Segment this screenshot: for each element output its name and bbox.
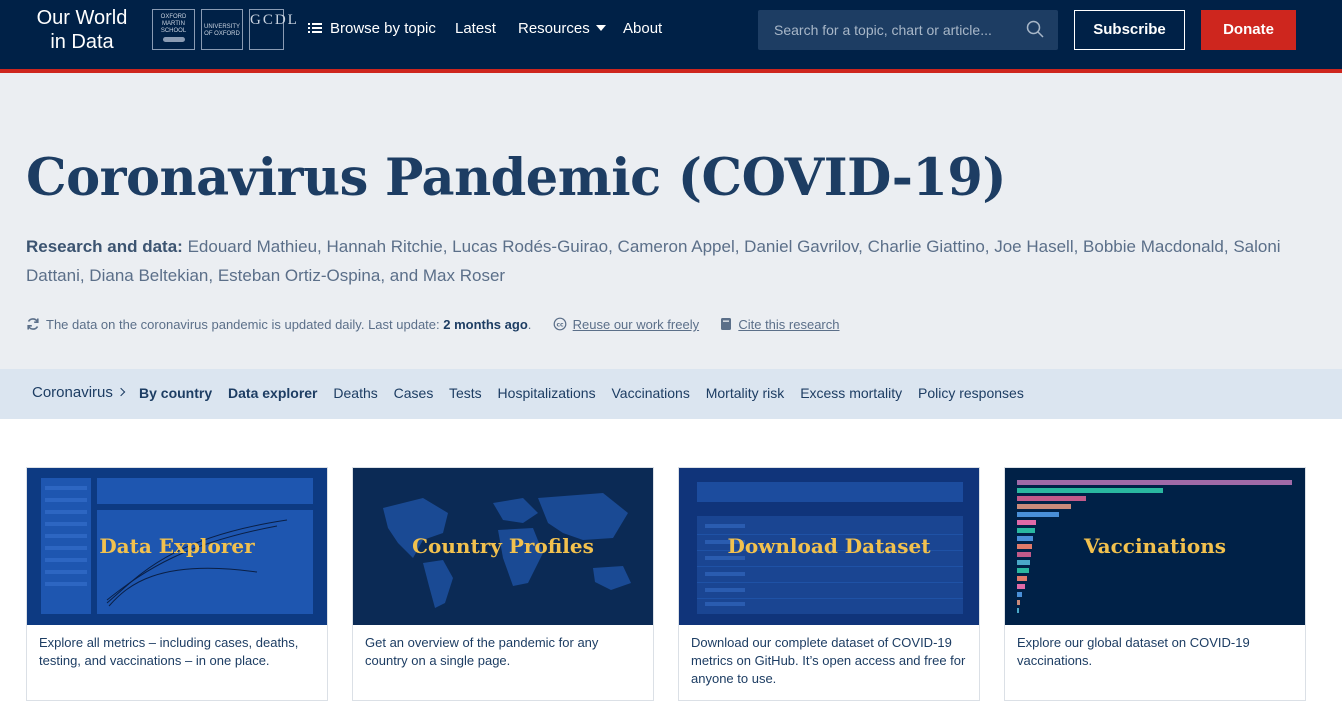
- donate-button[interactable]: Donate: [1201, 10, 1296, 50]
- subscribe-button[interactable]: Subscribe: [1074, 10, 1185, 50]
- authors-line: Research and data: Edouard Mathieu, Hann…: [26, 232, 1306, 290]
- gcdl-logo[interactable]: GCDL: [249, 9, 297, 50]
- logo-line-1: Our World: [36, 7, 128, 29]
- card-thumbnail: Data Explorer: [27, 468, 327, 625]
- creative-commons-icon: cc: [553, 317, 567, 331]
- subnav-link-cases[interactable]: Cases: [394, 385, 434, 401]
- book-icon: [721, 318, 732, 330]
- authors-names: Edouard Mathieu, Hannah Ritchie, Lucas R…: [26, 237, 1281, 285]
- latest-link[interactable]: Latest: [455, 19, 496, 39]
- card-data-explorer[interactable]: Data Explorer Explore all metrics – incl…: [26, 467, 328, 701]
- card-description: Explore all metrics – including cases, d…: [39, 635, 299, 668]
- subnav-link-policy-responses[interactable]: Policy responses: [918, 385, 1024, 401]
- card-title: Vaccinations: [1083, 534, 1227, 558]
- about-link[interactable]: About: [623, 19, 662, 39]
- card-vaccinations[interactable]: Vaccinations Explore our global dataset …: [1004, 467, 1306, 701]
- update-text: The data on the coronavirus pandemic is …: [46, 317, 440, 332]
- update-period: .: [527, 317, 532, 332]
- subnav-link-hospitalizations[interactable]: Hospitalizations: [498, 385, 596, 401]
- reuse-link[interactable]: Reuse our work freely: [573, 317, 699, 332]
- resources-dropdown[interactable]: Resources: [518, 19, 606, 39]
- top-navigation: Our World in Data OXFORD MARTIN SCHOOL U…: [0, 0, 1342, 69]
- browse-by-topic-button[interactable]: Browse by topic: [308, 19, 436, 39]
- university-of-oxford-logo[interactable]: UNIVERSITY OF OXFORD: [201, 9, 243, 50]
- authors-label: Research and data:: [26, 237, 183, 256]
- subnav-link-excess-mortality[interactable]: Excess mortality: [800, 385, 902, 401]
- subnav-link-tests[interactable]: Tests: [449, 385, 482, 401]
- card-title: Download Dataset: [727, 534, 931, 558]
- breadcrumb[interactable]: Coronavirus: [32, 384, 126, 401]
- card-thumbnail: Download Dataset: [679, 468, 979, 625]
- partner1-text: OXFORD MARTIN SCHOOL: [160, 14, 187, 34]
- search-input[interactable]: [758, 10, 1018, 50]
- search-icon[interactable]: [1026, 20, 1044, 38]
- cite-link[interactable]: Cite this research: [738, 317, 839, 332]
- partner1-mark: [162, 37, 185, 42]
- subnav-link-data-explorer[interactable]: Data explorer: [228, 385, 317, 401]
- subnav-link-by-country[interactable]: By country: [139, 385, 212, 401]
- card-description: Download our complete dataset of COVID-1…: [691, 635, 966, 686]
- refresh-icon: [27, 318, 39, 330]
- resources-label: Resources: [518, 20, 590, 37]
- subnav-link-vaccinations[interactable]: Vaccinations: [612, 385, 690, 401]
- caret-down-icon: [595, 25, 606, 31]
- owid-logo[interactable]: Our World in Data: [30, 6, 134, 54]
- card-title: Country Profiles: [412, 534, 594, 558]
- chevron-right-icon: [116, 387, 126, 397]
- search-box: [758, 10, 1058, 50]
- subnav-links: By country Data explorer Deaths Cases Te…: [139, 385, 1036, 401]
- oxford-martin-school-logo[interactable]: OXFORD MARTIN SCHOOL: [152, 9, 195, 50]
- topic-subnav: Coronavirus By country Data explorer Dea…: [0, 369, 1342, 419]
- card-description: Get an overview of the pandemic for any …: [365, 635, 599, 668]
- card-thumbnail: Country Profiles: [353, 468, 653, 625]
- card-description: Explore our global dataset on COVID-19 v…: [1017, 635, 1250, 668]
- svg-text:cc: cc: [556, 322, 564, 329]
- list-icon: [308, 22, 322, 34]
- breadcrumb-label: Coronavirus: [32, 384, 113, 401]
- partner3-text: GCDL: [250, 12, 299, 28]
- logo-line-2: in Data: [50, 31, 114, 53]
- page-title: Coronavirus Pandemic (COVID-19): [26, 148, 1007, 208]
- update-time: 2 months ago: [443, 317, 528, 332]
- update-row: The data on the coronavirus pandemic is …: [26, 316, 840, 334]
- card-title: Data Explorer: [99, 534, 255, 558]
- card-country-profiles[interactable]: Country Profiles Get an overview of the …: [352, 467, 654, 701]
- card-download-dataset[interactable]: Download Dataset Download our complete d…: [678, 467, 980, 701]
- card-thumbnail: Vaccinations: [1005, 468, 1305, 625]
- browse-label: Browse by topic: [330, 20, 436, 37]
- subnav-link-mortality-risk[interactable]: Mortality risk: [706, 385, 785, 401]
- partner2-text: UNIVERSITY OF OXFORD: [203, 24, 240, 37]
- subnav-link-deaths[interactable]: Deaths: [333, 385, 377, 401]
